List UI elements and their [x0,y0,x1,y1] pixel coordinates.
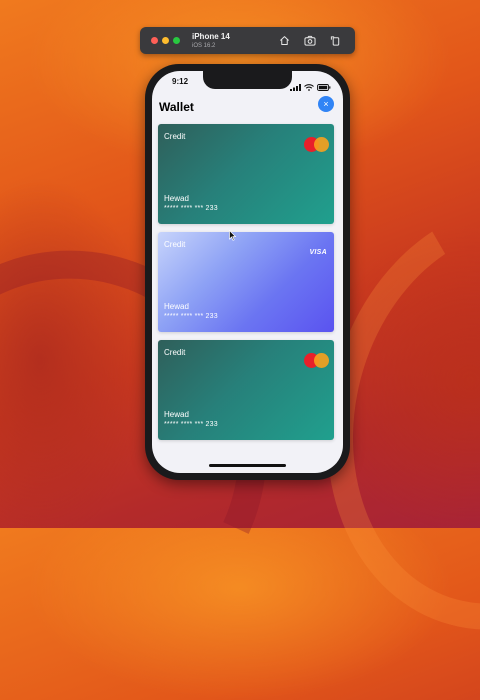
simulator-tools [279,35,341,46]
credit-card[interactable]: Credit Hewad ***** **** *** 233 [158,340,334,440]
mastercard-logo-icon [304,137,329,152]
card-holder-name: Hewad [164,410,189,419]
card-number: ***** **** *** 233 [164,421,218,428]
device-name: iPhone 14 [192,31,230,41]
mouse-pointer-icon [229,228,237,246]
card-number: ***** **** *** 233 [164,313,218,320]
close-icon: × [323,99,329,109]
status-icons [290,78,331,96]
card-type-label: Credit [164,348,186,357]
card-number: ***** **** *** 233 [164,205,218,212]
card-type-label: Credit [164,240,186,249]
simulator-toolbar: iPhone 14 iOS 16.2 [140,27,355,54]
credit-card[interactable]: Credit Hewad ***** **** *** 233 [158,124,334,224]
phone-screen: 9:12 Wallet × Credit Hewad ***** **** **… [152,71,343,473]
close-button[interactable]: × [318,96,334,112]
window-controls [151,37,180,44]
battery-icon [317,78,331,96]
status-time: 9:12 [172,77,189,86]
cellular-signal-icon [290,78,301,96]
zoom-window-button[interactable] [173,37,180,44]
page-title: Wallet [159,100,194,114]
card-holder-name: Hewad [164,194,189,203]
dynamic-notch [203,71,292,89]
close-window-button[interactable] [151,37,158,44]
card-type-label: Credit [164,132,186,141]
visa-logo: VISA [309,249,327,256]
wifi-icon [304,78,314,96]
minimize-window-button[interactable] [162,37,169,44]
card-holder-name: Hewad [164,302,189,311]
simulator-title: iPhone 14 iOS 16.2 [192,31,230,49]
os-version: iOS 16.2 [192,42,216,49]
mastercard-logo-icon [304,353,329,368]
screenshot-icon[interactable] [304,35,316,46]
rotate-icon[interactable] [330,35,341,46]
iphone-frame: 9:12 Wallet × Credit Hewad ***** **** **… [145,64,350,480]
home-indicator[interactable] [209,464,286,467]
credit-card[interactable]: Credit VISA Hewad ***** **** *** 233 [158,232,334,332]
home-icon[interactable] [279,35,290,46]
